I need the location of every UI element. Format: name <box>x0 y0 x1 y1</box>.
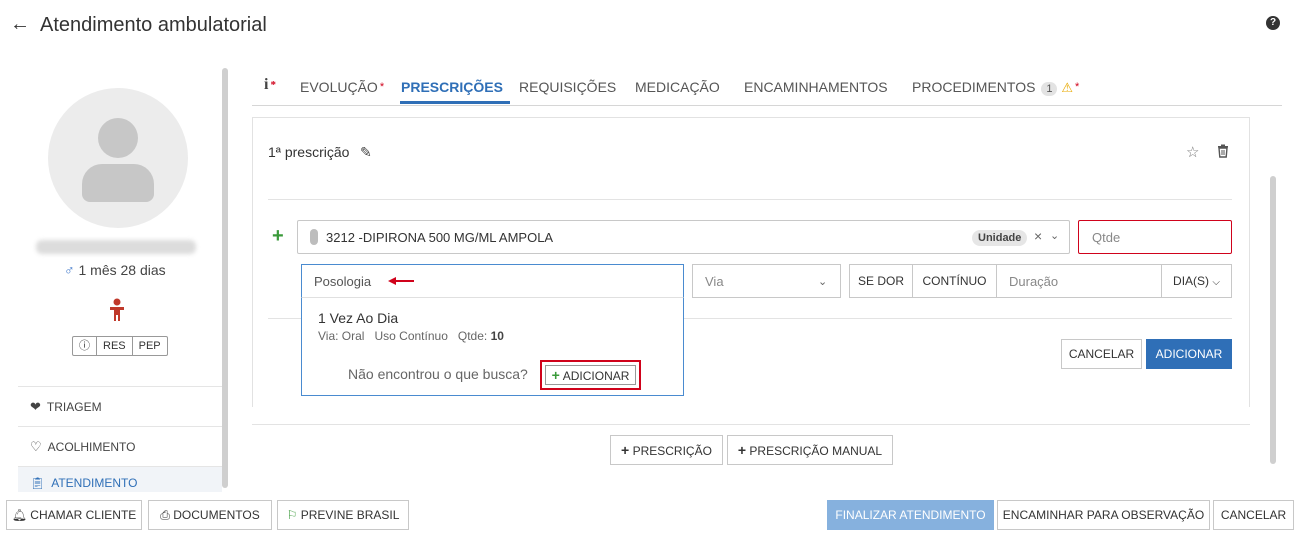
sidebar-item-atendimento[interactable]: 📋︎ ATENDIMENTO <box>18 466 222 492</box>
se-dor-button[interactable]: SE DOR <box>849 264 913 298</box>
divider <box>268 199 1232 200</box>
encaminhar-observacao-button[interactable]: ENCAMINHAR PARA OBSERVAÇÃO <box>997 500 1210 530</box>
info-tab-icon: i <box>264 76 269 93</box>
cancel-button[interactable]: CANCELAR <box>1061 339 1142 369</box>
medication-value: 3212 -DIPIRONA 500 MG/ML AMPOLA <box>326 230 554 245</box>
required-mark: * <box>379 81 385 93</box>
dias-dropdown[interactable]: DIA(S) ⌵ <box>1161 264 1232 298</box>
avatar-head-shape <box>98 118 138 158</box>
dropdown-add-label: ADICIONAR <box>562 369 630 383</box>
page-title: Atendimento ambulatorial <box>40 14 267 36</box>
pill-icon <box>310 229 318 245</box>
printer-icon: ⎙ <box>160 508 170 522</box>
person-risk-icon <box>110 298 124 321</box>
plus-icon: + <box>551 367 560 383</box>
plus-icon: + <box>621 442 630 458</box>
tab-encaminhamentos[interactable]: ENCAMINHAMENTOS <box>744 78 888 96</box>
patient-badge-group: ⓘ RES PEP <box>72 336 168 356</box>
patient-name-redacted <box>36 240 196 254</box>
avatar-body-shape <box>82 164 154 202</box>
chamar-cliente-button[interactable]: 🔔︎ CHAMAR CLIENTE <box>6 500 142 530</box>
content-scrollbar[interactable] <box>1270 176 1276 464</box>
star-icon[interactable]: ☆ <box>1186 143 1199 161</box>
continuo-button[interactable]: CONTÍNUO <box>912 264 997 298</box>
tab-procedimentos[interactable]: PROCEDIMENTOS 1 ⚠ * <box>912 78 1079 97</box>
sidebar-item-triagem[interactable]: ❤ TRIAGEM <box>18 386 222 426</box>
info-icon[interactable]: ⓘ <box>73 337 97 355</box>
unit-badge: Unidade <box>972 230 1028 246</box>
dropdown-option-details[interactable]: Via: Oral Uso Contínuo Qtde: 10 <box>318 329 504 343</box>
patient-age-text: 1 mês 28 dias <box>78 262 166 278</box>
tab-prescricoes[interactable]: PRESCRIÇÕES <box>401 78 503 96</box>
chevron-down-icon[interactable]: ⌄ <box>1050 229 1059 242</box>
divider <box>252 424 1250 425</box>
option-via: Via: Oral <box>318 329 365 343</box>
add-prescricao-label: PRESCRIÇÃO <box>632 444 712 458</box>
tab-evolucao[interactable]: EVOLUÇÃO * <box>300 78 384 96</box>
footer-cancel-button[interactable]: CANCELAR <box>1213 500 1294 530</box>
dias-label: DIA(S) <box>1173 274 1210 288</box>
option-qtde-label: Qtde: <box>457 329 488 343</box>
tab-label: PROCEDIMENTOS <box>912 79 1036 95</box>
posologia-input[interactable]: Posologia <box>301 264 684 298</box>
highlight-box-annotation: + ADICIONAR <box>540 360 641 390</box>
tab-label: EVOLUÇÃO <box>300 79 378 95</box>
duracao-input[interactable]: Duração <box>996 264 1162 298</box>
tab-requisicoes[interactable]: REQUISIÇÕES <box>519 78 616 96</box>
sidebar-item-label: ACOLHIMENTO <box>47 439 136 454</box>
posologia-dropdown: 1 Vez Ao Dia Via: Oral Uso Contínuo Qtde… <box>301 297 684 396</box>
add-button[interactable]: ADICIONAR <box>1146 339 1232 369</box>
badge-pep[interactable]: PEP <box>133 337 167 355</box>
sidebar-item-acolhimento[interactable]: ♡ ACOLHIMENTO <box>18 426 222 466</box>
required-mark: * <box>270 79 276 91</box>
prescription-title: 1ª prescrição <box>268 144 350 160</box>
option-qtde-value: 10 <box>490 329 504 343</box>
dropdown-add-button[interactable]: + ADICIONAR <box>545 365 636 385</box>
required-mark: * <box>1075 81 1080 93</box>
trash-icon[interactable] <box>1216 144 1230 158</box>
chamar-cliente-label: CHAMAR CLIENTE <box>30 508 137 522</box>
plus-icon: + <box>737 442 747 458</box>
male-icon: ♂ <box>64 262 75 278</box>
tab-bar: i * EVOLUÇÃO * PRESCRIÇÕES REQUISIÇÕES MED… <box>252 70 1282 106</box>
flag-icon: ⚐ <box>286 508 298 522</box>
sidebar-item-label: ATENDIMENTO <box>51 476 138 490</box>
active-tab-indicator <box>400 101 510 104</box>
clipboard-icon: 📋︎ <box>30 476 46 490</box>
previne-brasil-label: PREVINE BRASIL <box>300 508 400 522</box>
not-found-text: Não encontrou o que busca? <box>348 366 528 382</box>
sidebar-item-label: TRIAGEM <box>46 399 102 414</box>
option-uso: Uso Contínuo <box>374 329 448 343</box>
warning-icon: ⚠ <box>1061 80 1073 95</box>
previne-brasil-button[interactable]: ⚐ PREVINE BRASIL <box>277 500 409 530</box>
badge-res[interactable]: RES <box>97 337 133 355</box>
count-badge: 1 <box>1041 82 1058 96</box>
tab-info[interactable]: i * <box>264 76 276 94</box>
add-prescricao-manual-label: PRESCRIÇÃO MANUAL <box>749 444 883 458</box>
documentos-label: DOCUMENTOS <box>173 508 260 522</box>
heart-icon: ♡ <box>30 438 42 454</box>
help-icon[interactable]: ? <box>1266 16 1280 30</box>
back-arrow-icon[interactable]: ← <box>10 12 30 36</box>
chevron-down-icon: ⌵ <box>1212 277 1220 288</box>
dropdown-option-title[interactable]: 1 Vez Ao Dia <box>318 310 398 326</box>
red-arrow-annotation <box>388 277 414 285</box>
avatar <box>48 88 188 228</box>
add-prescricao-manual-button[interactable]: + PRESCRIÇÃO MANUAL <box>727 435 893 465</box>
qtde-input[interactable]: Qtde <box>1078 220 1232 254</box>
pencil-icon[interactable]: ✎ <box>360 144 372 161</box>
add-prescricao-button[interactable]: + PRESCRIÇÃO <box>610 435 723 465</box>
clear-icon[interactable]: × <box>1034 228 1042 244</box>
medication-select[interactable]: 3212 -DIPIRONA 500 MG/ML AMPOLA Unidade … <box>297 220 1070 254</box>
sidebar-scrollbar[interactable] <box>222 68 228 488</box>
patient-age: ♂ 1 mês 28 dias <box>64 262 166 278</box>
finalizar-atendimento-button[interactable]: FINALIZAR ATENDIMENTO <box>827 500 994 530</box>
bell-icon: 🔔︎ <box>11 508 27 522</box>
documentos-button[interactable]: ⎙ DOCUMENTOS <box>148 500 272 530</box>
tab-medicacao[interactable]: MEDICAÇÃO <box>635 78 720 96</box>
chevron-down-icon[interactable]: ⌄ <box>818 275 827 288</box>
add-medication-icon[interactable]: + <box>272 226 284 246</box>
heartbeat-icon: ❤ <box>30 398 41 414</box>
